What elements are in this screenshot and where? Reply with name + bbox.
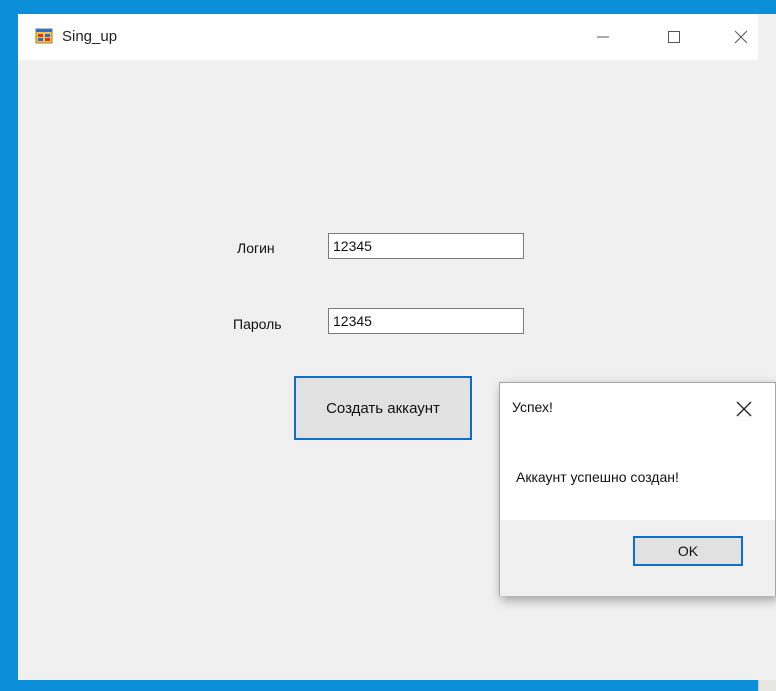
password-input[interactable] [328, 308, 524, 334]
minimize-icon[interactable] [590, 24, 616, 50]
window-title: Sing_up [62, 28, 118, 45]
close-icon[interactable] [728, 24, 754, 50]
dialog-message: Аккаунт успешно создан! [516, 469, 679, 485]
ok-button[interactable]: OK [633, 536, 743, 566]
maximize-icon[interactable] [661, 24, 687, 50]
dialog-close-icon[interactable] [732, 397, 756, 421]
login-label: Логин [237, 240, 275, 256]
signup-window: Sing_up Логин Пароль Создать аккаунт Усп… [18, 14, 776, 680]
password-label: Пароль [233, 316, 282, 332]
success-dialog: Успех! Аккаунт успешно создан! OK [499, 382, 776, 596]
title-bar: Sing_up [18, 14, 758, 60]
create-account-button[interactable]: Создать аккаунт [294, 376, 472, 440]
dialog-footer: OK [500, 520, 775, 596]
login-input[interactable] [328, 233, 524, 259]
app-form-icon [35, 28, 53, 44]
dialog-title: Успех! [512, 399, 553, 415]
